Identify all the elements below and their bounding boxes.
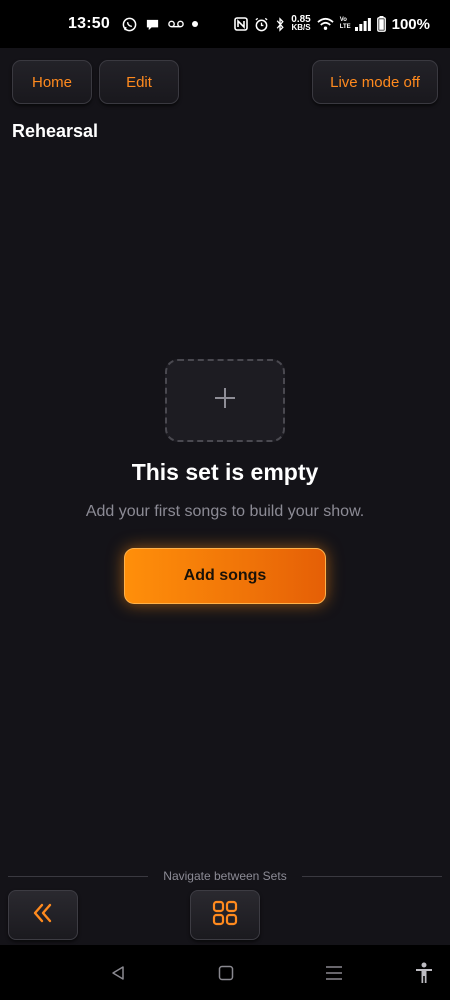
signal-icon: [354, 17, 371, 31]
live-mode-toggle-button[interactable]: Live mode off: [312, 60, 438, 104]
recents-menu-icon[interactable]: [320, 959, 348, 987]
add-songs-button[interactable]: Add songs: [124, 548, 326, 604]
home-nav-icon[interactable]: [212, 959, 240, 987]
voicemail-icon: [168, 19, 184, 29]
app-screen: 13:50 0.85 KB/S Vo LTE 100% Home Edit Li…: [0, 0, 450, 1000]
chat-bubble-icon: [145, 17, 160, 32]
divider-right: [302, 876, 442, 877]
wifi-icon: [317, 17, 334, 31]
previous-set-button[interactable]: [8, 890, 78, 940]
plus-icon: [214, 387, 236, 414]
network-speed: 0.85 KB/S: [291, 14, 311, 32]
status-time: 13:50: [68, 15, 110, 32]
battery-percentage: 100%: [391, 15, 430, 33]
whatsapp-icon: [122, 17, 137, 32]
nfc-icon: [234, 17, 249, 31]
set-title: Rehearsal: [12, 121, 99, 141]
bluetooth-icon: [275, 16, 285, 32]
system-navigation-bar: [0, 945, 450, 1000]
grid-icon: [212, 900, 238, 931]
notification-dot-icon: [191, 21, 198, 27]
empty-state-title: This set is empty: [131, 459, 319, 485]
empty-state-subtitle: Add your first songs to build your show.: [85, 503, 365, 520]
back-icon[interactable]: [104, 959, 132, 987]
set-overview-button[interactable]: [190, 890, 260, 940]
battery-icon: [376, 16, 386, 32]
alarm-icon: [254, 17, 269, 32]
volte-indicator: Vo LTE: [339, 17, 351, 30]
edit-button[interactable]: Edit: [99, 60, 179, 104]
add-song-placeholder[interactable]: [165, 359, 285, 442]
home-button[interactable]: Home: [12, 60, 92, 104]
status-right-group: 0.85 KB/S Vo LTE 100%: [234, 14, 430, 33]
accessibility-icon[interactable]: [410, 959, 438, 987]
status-bar: 13:50 0.85 KB/S Vo LTE 100%: [0, 0, 450, 48]
double-chevron-left-icon: [32, 903, 54, 928]
